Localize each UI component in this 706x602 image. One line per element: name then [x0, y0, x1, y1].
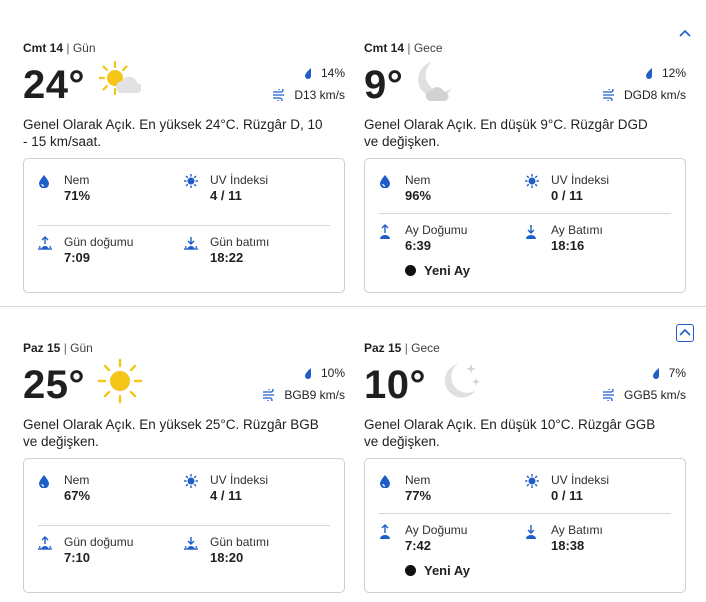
moonrise-icon [380, 224, 390, 239]
uv-index-stat: UV İndeksi 0 / 11 [525, 173, 691, 204]
card-divider [38, 225, 330, 226]
temperature: 25° [23, 363, 85, 407]
humidity-drop-icon [39, 175, 49, 188]
day-panel: Paz 15 | Gün 25° 10% BGB9 km/s Genel Ola… [23, 340, 345, 593]
forecast-description: Genel Olarak Açık. En düşük 10°C. Rüzgâr… [364, 417, 656, 449]
panel-heading: Cmt 14 | Gün [23, 41, 96, 55]
panel-heading: Paz 15 | Gece [364, 341, 440, 355]
temperature: 24° [23, 63, 85, 107]
wind-icon [263, 389, 275, 401]
sunrise-icon [38, 536, 52, 550]
humidity-stat: Nem 71% [39, 173, 204, 204]
wind-info: D13 km/s [272, 88, 345, 102]
temperature: 9° [364, 63, 404, 107]
uv-sun-icon [525, 474, 539, 488]
card-divider [379, 513, 671, 514]
humidity-stat: Nem 77% [380, 473, 545, 504]
moonrise-icon [380, 524, 390, 539]
sunset-icon [184, 537, 198, 550]
wind-icon [602, 89, 614, 101]
sunrise-stat: Gün doğumu 7:09 [38, 235, 204, 266]
details-card: Nem 77% UV İndeksi 0 / 11 Ay Doğumu 7:42… [364, 458, 686, 593]
new-moon-icon [405, 565, 416, 576]
night-panel: Cmt 14 | Gece 9° 12% DGD8 km/s Genel Ola… [364, 40, 686, 293]
details-card: Nem 71% UV İndeksi 4 / 11 Gün doğumu 7:0… [23, 158, 345, 293]
chevron-up-icon [679, 328, 691, 336]
uv-index-stat: UV İndeksi 4 / 11 [184, 473, 350, 504]
wind-info: DGD8 km/s [602, 88, 686, 102]
precipitation-chance: 12% [644, 66, 686, 80]
details-card: Nem 67% UV İndeksi 4 / 11 Gün doğumu 7:1… [23, 458, 345, 593]
moonset-stat: Ay Batımı 18:38 [526, 523, 691, 554]
humidity-stat: Nem 67% [39, 473, 204, 504]
card-divider [38, 525, 330, 526]
precipitation-chance: 10% [303, 366, 345, 380]
moonset-icon [526, 225, 536, 239]
wind-info: GGB5 km/s [602, 388, 686, 402]
humidity-stat: Nem 96% [380, 173, 545, 204]
card-divider [379, 213, 671, 214]
wind-info: BGB9 km/s [262, 388, 345, 402]
moon-cloud-icon [418, 62, 452, 101]
raindrop-icon [304, 368, 311, 379]
uv-sun-icon [184, 474, 198, 488]
uv-sun-icon [184, 174, 198, 188]
precipitation-chance: 14% [303, 66, 345, 80]
forecast-description: Genel Olarak Açık. En düşük 9°C. Rüzgâr … [364, 117, 648, 149]
sun-icon [97, 358, 143, 404]
raindrop-icon [304, 68, 311, 79]
day-divider [0, 306, 706, 307]
chevron-up-icon [679, 29, 691, 37]
humidity-drop-icon [380, 175, 390, 188]
sun-with-cloud-icon [99, 60, 141, 96]
temperature: 10° [364, 363, 426, 407]
panel-heading: Cmt 14 | Gece [364, 41, 443, 55]
humidity-drop-icon [39, 475, 49, 488]
raindrop-icon [645, 68, 652, 79]
humidity-drop-icon [380, 475, 390, 488]
forecast-description: Genel Olarak Açık. En yüksek 25°C. Rüzgâ… [23, 417, 319, 449]
moonset-icon [526, 525, 536, 539]
sunrise-stat: Gün doğumu 7:10 [38, 535, 204, 566]
night-panel: Paz 15 | Gece 10° 7% GGB5 km/s Genel Ola… [364, 340, 686, 593]
day-panel: Cmt 14 | Gün 24° 14% D13 km/s Genel Olar… [23, 40, 345, 293]
moon-phase: Yeni Ay [405, 563, 470, 578]
sunset-stat: Gün batımı 18:20 [184, 535, 350, 566]
moon-stars-icon [444, 364, 480, 398]
new-moon-icon [405, 265, 416, 276]
uv-sun-icon [525, 174, 539, 188]
precipitation-chance: 7% [651, 366, 686, 380]
panel-heading: Paz 15 | Gün [23, 341, 93, 355]
moonrise-stat: Ay Doğumu 6:39 [380, 223, 545, 254]
raindrop-icon [652, 368, 659, 379]
uv-index-stat: UV İndeksi 0 / 11 [525, 473, 691, 504]
uv-index-stat: UV İndeksi 4 / 11 [184, 173, 350, 204]
moonset-stat: Ay Batımı 18:16 [526, 223, 691, 254]
forecast-description: Genel Olarak Açık. En yüksek 24°C. Rüzgâ… [23, 117, 323, 149]
details-card: Nem 96% UV İndeksi 0 / 11 Ay Doğumu 6:39… [364, 158, 686, 293]
sunset-stat: Gün batımı 18:22 [184, 235, 350, 266]
wind-icon [602, 389, 614, 401]
moon-phase: Yeni Ay [405, 263, 470, 278]
sunset-icon [184, 237, 198, 250]
wind-icon [273, 89, 285, 101]
moonrise-stat: Ay Doğumu 7:42 [380, 523, 545, 554]
sunrise-icon [38, 236, 52, 250]
